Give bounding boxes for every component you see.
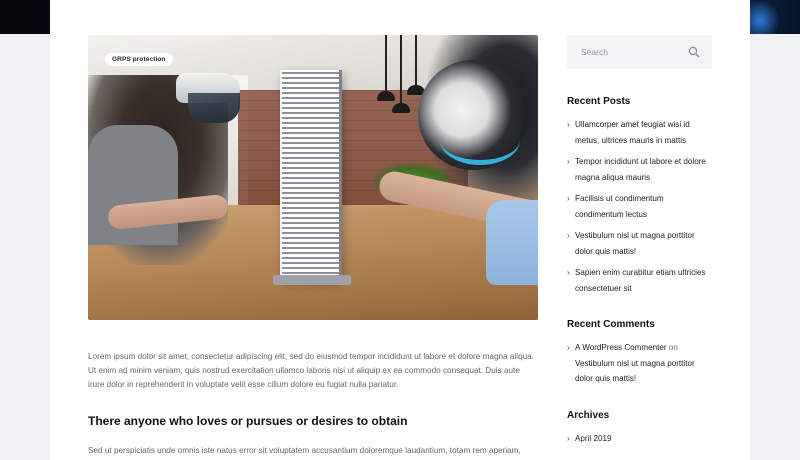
search-field[interactable]: Search (567, 35, 712, 69)
search-icon[interactable] (688, 46, 700, 58)
chevron-right-icon: › (567, 194, 570, 203)
comment-author-link[interactable]: A WordPress Commenter (575, 343, 667, 352)
chevron-right-icon: › (567, 120, 570, 129)
recent-post-link[interactable]: Tempor incididunt ut labore et dolore ma… (575, 157, 706, 182)
hologram-tower-base (273, 275, 351, 285)
main-column: GRPS protection Lorem ipsum dolor sit am… (88, 35, 538, 458)
recent-post-item[interactable]: › Sapien enim curabitur etiam ultricies c… (567, 265, 712, 296)
comment-post-link[interactable]: Vestibulum nisl ut magna porttitor dolor… (575, 359, 695, 384)
recent-post-link[interactable]: Facilisis ut condimentum condimentum lec… (575, 194, 664, 219)
recent-posts-title: Recent Posts (567, 96, 631, 107)
recent-comment-item: › A WordPress Commenter on Vestibulum ni… (567, 340, 712, 387)
chevron-right-icon: › (567, 231, 570, 240)
hologram-tower (280, 70, 342, 282)
comment-on-label: on (668, 343, 678, 352)
recent-post-link[interactable]: Vestibulum nisl ut magna porttitor dolor… (575, 231, 695, 256)
section-heading: There anyone who loves or pursues or des… (88, 414, 408, 428)
pendant-lamp (377, 35, 395, 101)
featured-image[interactable]: GRPS protection (88, 35, 538, 320)
recent-comments-title: Recent Comments (567, 319, 655, 330)
recent-comments-widget: Recent Comments › A WordPress Commenter … (567, 319, 712, 387)
archives-list: › April 2019 (567, 431, 712, 447)
recent-post-link[interactable]: Ullamcorper amet feugiat wisi id metus, … (575, 120, 690, 145)
archives-title: Archives (567, 409, 610, 421)
chevron-right-icon: › (567, 343, 570, 352)
archives-widget: Archives › April 2019 (567, 410, 712, 447)
content-card: GRPS protection Lorem ipsum dolor sit am… (50, 0, 750, 460)
recent-posts-widget: Recent Posts › Ullamcorper amet feugiat w… (567, 96, 712, 296)
recent-posts-list: › Ullamcorper amet feugiat wisi id metus,… (567, 117, 712, 296)
chevron-right-icon: › (567, 433, 570, 443)
pendant-lamp (407, 35, 425, 95)
recent-post-item[interactable]: › Tempor incididunt ut labore et dolore m… (567, 154, 712, 185)
archive-link[interactable]: April 2019 (575, 434, 611, 443)
category-badge[interactable]: GRPS protection (105, 53, 173, 66)
recent-comments-list: › A WordPress Commenter on Vestibulum ni… (567, 340, 712, 387)
section-excerpt: Sed ut perspiciatis unde omnis iste natu… (88, 446, 521, 455)
recent-post-item[interactable]: › Facilisis ut condimentum condimentum le… (567, 191, 712, 222)
post-excerpt: Lorem ipsum dolor sit amet, consectetur … (88, 352, 535, 389)
recent-post-item[interactable]: › Ullamcorper amet feugiat wisi id metus,… (567, 117, 712, 148)
search-input[interactable]: Search (581, 47, 608, 57)
person-right-sleeve (486, 200, 538, 285)
recent-post-item[interactable]: › Vestibulum nisl ut magna porttitor dolo… (567, 228, 712, 259)
recent-post-link[interactable]: Sapien enim curabitur etiam ultricies co… (575, 268, 705, 293)
chevron-right-icon: › (567, 268, 570, 277)
chevron-right-icon: › (567, 157, 570, 166)
vr-visor-left (188, 93, 240, 123)
sidebar: Search Recent Posts › Ullamcorper amet fe… (567, 35, 712, 452)
vr-visor-ring (440, 115, 520, 165)
archive-item[interactable]: › April 2019 (567, 431, 712, 447)
pendant-lamp (392, 35, 410, 113)
